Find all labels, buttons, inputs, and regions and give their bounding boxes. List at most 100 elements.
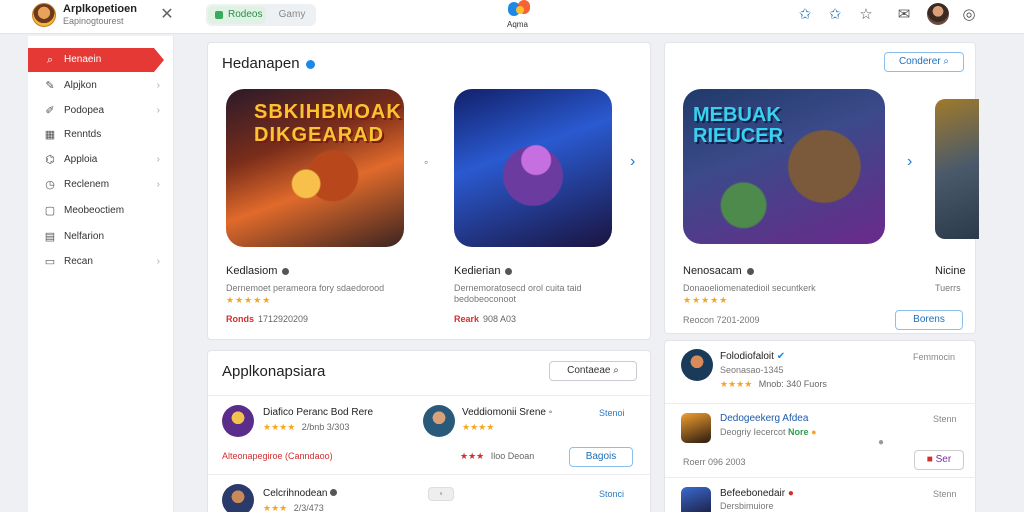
borens-button[interactable]: Borens	[895, 310, 963, 330]
sidebar-item-apploia[interactable]: ⌬ Apploia ›	[28, 148, 166, 172]
edit-icon: ✎	[45, 80, 55, 92]
sidebar-item-meobeoctiem[interactable]: ▢ Meobeoctiem	[28, 199, 166, 223]
sidebar: ⌕ Henaein ✎ Alpjkon › ✐ Podopea › ▦ Renn…	[28, 36, 174, 512]
featured-card-image[interactable]: SBKIHBMOAK DIKGEARAD	[226, 89, 404, 247]
rating-stars: ★★★★	[462, 422, 495, 432]
sidebar-item-podopea[interactable]: ✐ Podopea ›	[28, 99, 166, 123]
verified-icon	[305, 59, 315, 69]
ser-button[interactable]: ■ Ser	[914, 450, 964, 470]
mail-icon[interactable]: ✉	[895, 6, 913, 24]
sidebar-item-reclenem[interactable]: ◷ Reclenem ›	[28, 173, 166, 197]
game-logo: SBKIHBMOAK DIKGEARAD	[254, 101, 402, 146]
search-icon: ⌕	[46, 54, 54, 66]
sidebar-item-label: Meobeoctiem	[64, 205, 125, 216]
box-icon: ▢	[44, 205, 56, 217]
app-row-sub: Dersbimuiore	[720, 501, 774, 511]
app-name: Arplkopetioen	[63, 3, 137, 15]
app-avatar[interactable]	[681, 349, 713, 381]
status-badge: Nore	[788, 427, 809, 437]
app-avatar[interactable]	[222, 405, 254, 437]
close-icon[interactable]: ✕	[158, 6, 176, 24]
brand-text: Aqma	[507, 20, 528, 29]
femmocin-link[interactable]: Femmocin	[913, 352, 955, 362]
apps-title: Applkonapsiara	[222, 363, 326, 380]
featured-card-image[interactable]	[454, 89, 612, 247]
info-icon	[282, 267, 290, 275]
app-row-sub: Seonasao-1345	[720, 365, 784, 375]
favorite-icon[interactable]: ☆	[857, 6, 875, 24]
app-row-title[interactable]: Dedogeekerg Afdea	[720, 413, 808, 424]
carousel-dot-icon[interactable]: ◦	[424, 155, 428, 169]
sidebar-item-label: Alpjkon	[64, 80, 97, 91]
chevron-right-icon[interactable]: ›	[907, 153, 912, 171]
app-row-title[interactable]: Celcrihnodean	[263, 488, 338, 499]
divider	[665, 403, 977, 404]
app-avatar[interactable]	[681, 487, 711, 512]
pen-icon: ✐	[45, 105, 55, 117]
brand-logo-icon[interactable]	[506, 0, 536, 20]
app-row-title[interactable]: Veddiomonii Srene ◦	[462, 407, 552, 418]
tag-icon: ⌬	[45, 154, 55, 166]
app-row-title[interactable]: Befeebonedair ●	[720, 488, 794, 499]
sidebar-item-henaein[interactable]: ⌕ Henaein	[28, 48, 164, 72]
rating-stars: ★★★★★	[683, 295, 729, 305]
bagois-button[interactable]: Bagois	[569, 447, 633, 467]
settings-icon: ▭	[44, 256, 56, 268]
star-icon[interactable]: ✩	[796, 6, 814, 24]
card-title[interactable]: Nenosacam	[683, 265, 754, 277]
app-subtitle: Eapinogtourest	[63, 16, 124, 26]
apps-panel: Applkonapsiara Contaeae ⌕ Diafico Peranc…	[207, 350, 652, 512]
sidebar-item-label: Renntds	[64, 129, 102, 140]
stenn-link[interactable]: Stenn	[933, 489, 957, 499]
featured-panel: Hedanapen SBKIHBMOAK DIKGEARAD ◦ › Kedla…	[207, 42, 651, 340]
card-description: Donaoeliomenatedioil secuntkerk	[683, 283, 816, 293]
divider	[208, 395, 652, 396]
rating-stars: ★★★ Iloo Deoan	[460, 451, 535, 461]
featured-card-image-next[interactable]	[935, 99, 979, 239]
toggle-pill[interactable]: ◦	[428, 487, 454, 501]
chat-icon[interactable]: ◎	[960, 6, 978, 24]
app-row-meta: Roerr 096 2003	[683, 457, 746, 467]
app-row-title[interactable]: Folodiofaloit ✔	[720, 351, 785, 362]
app-avatar[interactable]	[222, 484, 254, 512]
toggle-option-label: Rodeos	[228, 9, 263, 20]
stonci-link[interactable]: Stonci	[599, 489, 624, 499]
sidebar-item-alpjkon[interactable]: ✎ Alpjkon ›	[28, 74, 166, 98]
card-title[interactable]: Kedierian	[454, 265, 513, 277]
user-avatar[interactable]	[927, 3, 949, 25]
rating-stars: ★★★★ 2/bnb 3/303	[263, 422, 350, 432]
app-avatar[interactable]	[423, 405, 455, 437]
app-row-title[interactable]: Diafico Peranc Bod Rere	[263, 407, 373, 418]
featured-panel-secondary: Conderer ⌕ MEBUAK RIEUCER › Nenosacam Do…	[664, 42, 979, 334]
featured-title-text: Hedanapen	[222, 55, 300, 72]
sidebar-item-nelfarion[interactable]: ▤ Nelfarion	[28, 225, 166, 249]
star-icon[interactable]: ✩	[826, 6, 844, 24]
grid-icon: ▦	[44, 129, 56, 141]
sidebar-item-label: Henaein	[64, 54, 102, 65]
chevron-right-icon: ›	[156, 80, 160, 91]
toggle-option-rodeos[interactable]: Rodeos	[208, 6, 266, 24]
promo-link[interactable]: Alteonapegiroe (Canndaoo)	[222, 451, 333, 461]
toggle-option-gamy[interactable]: Gamy	[270, 6, 314, 24]
sidebar-item-renntds[interactable]: ▦ Renntds	[28, 123, 166, 147]
rating-stars: ★★★★★	[226, 295, 272, 305]
app-avatar[interactable]	[32, 3, 56, 27]
card-description: Dernemoratosecd orol cuita taid bedobeoc…	[454, 283, 582, 304]
featured-card-image[interactable]: MEBUAK RIEUCER	[683, 89, 885, 244]
chevron-right-icon: ›	[156, 105, 160, 116]
stenn-link[interactable]: Stenn	[933, 414, 957, 424]
conderer-button[interactable]: Conderer ⌕	[884, 52, 964, 72]
apps-panel-secondary: Folodiofaloit ✔ Seonasao-1345 ★★★★ Mnob:…	[664, 340, 977, 512]
app-avatar[interactable]	[681, 413, 711, 443]
game-logo: MEBUAK RIEUCER	[693, 104, 784, 147]
info-icon	[746, 267, 754, 275]
next-card-title[interactable]: Nicine	[935, 265, 966, 277]
sidebar-item-label: Podopea	[64, 105, 105, 116]
card-title[interactable]: Kedlasiom	[226, 265, 290, 277]
chevron-right-icon[interactable]: ›	[630, 153, 635, 171]
sidebar-item-recan[interactable]: ▭ Recan ›	[28, 250, 166, 274]
rodeos-icon	[215, 11, 223, 19]
featured-title: Hedanapen	[222, 55, 315, 72]
stenoi-link[interactable]: Stenoi	[599, 408, 625, 418]
contaeae-button[interactable]: Contaeae ⌕	[549, 361, 637, 381]
